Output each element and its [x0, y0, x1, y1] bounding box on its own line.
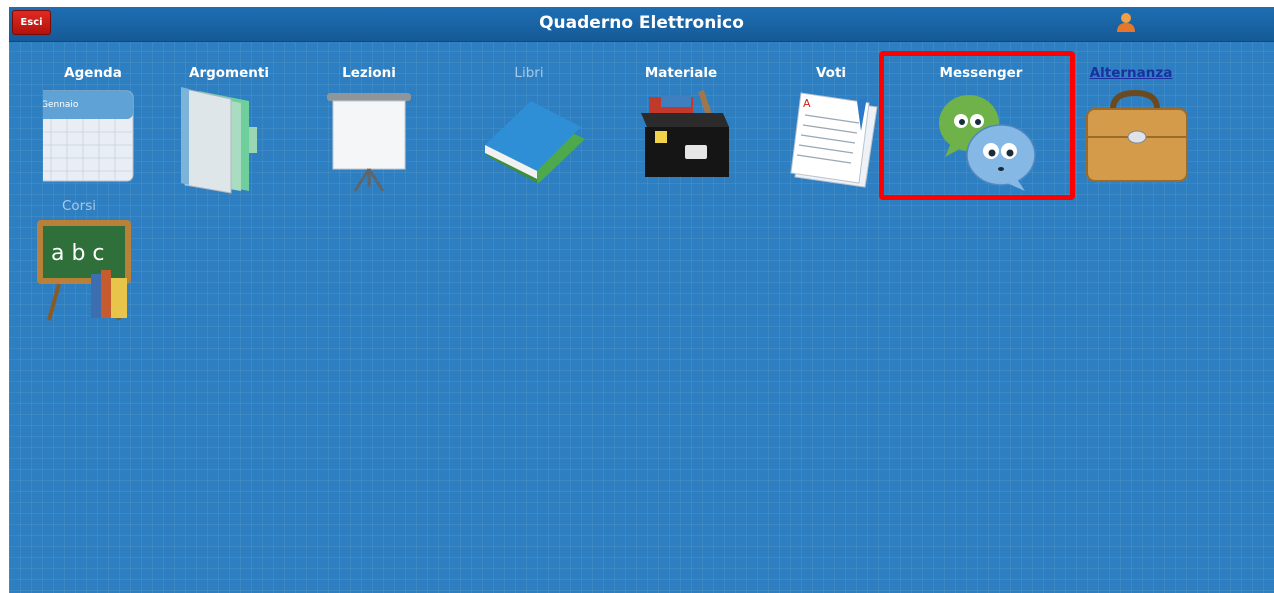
svg-text:A: A: [803, 97, 811, 110]
tile-corsi[interactable]: Corsi a b c: [19, 140, 139, 321]
calendar-month-label: Gennaio: [43, 100, 79, 110]
highlight-box: [879, 51, 1075, 200]
projector-screen-icon: [327, 93, 411, 192]
tile-libri: Libri: [469, 7, 589, 183]
tile-agenda[interactable]: Agenda Gennaio: [33, 7, 153, 182]
tile-lezioni-label: Lezioni: [342, 65, 396, 81]
folders-icon: [181, 87, 257, 194]
tile-alternanza-label[interactable]: Alternanza: [1071, 65, 1191, 81]
books-icon: [485, 101, 585, 183]
tile-materiale-label: Materiale: [644, 65, 718, 81]
tile-argomenti-label: Argomenti: [189, 65, 269, 81]
tile-argomenti[interactable]: Argomenti: [169, 7, 289, 194]
tile-alternanza[interactable]: Alternanza: [1071, 7, 1191, 182]
tile-voti-label: Voti: [815, 65, 847, 81]
briefcase-icon: [1086, 89, 1188, 182]
materials-box-icon: [641, 90, 729, 177]
tile-corsi-label: Corsi: [61, 198, 97, 214]
tile-agenda-label: Agenda: [64, 65, 122, 81]
app-window: Esci Quaderno Elettronico Agenda Gennaio: [9, 7, 1274, 593]
grades-paper-icon: A: [790, 92, 878, 188]
chalkboard-icon: a b c: [37, 220, 131, 321]
tile-lezioni[interactable]: Lezioni: [309, 7, 429, 192]
tile-voti[interactable]: Voti A: [771, 7, 891, 188]
tile-libri-label: Libri: [514, 65, 544, 81]
chalkboard-text: a b c: [51, 241, 105, 266]
tile-materiale[interactable]: Materiale: [621, 7, 741, 177]
